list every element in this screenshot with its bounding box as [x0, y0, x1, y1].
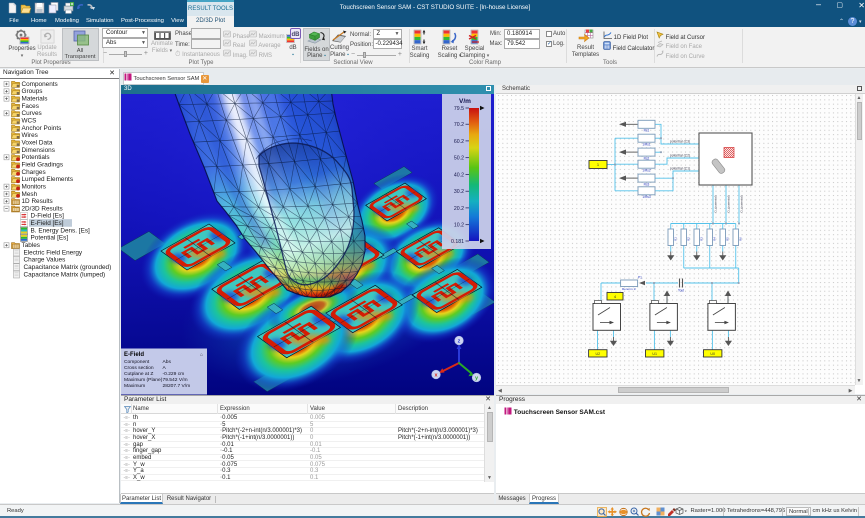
svg-text:potential (C2): potential (C2) — [669, 153, 689, 157]
svg-text:U1: U1 — [652, 352, 657, 356]
svg-text:Charge Values: Charge Values — [24, 257, 66, 264]
svg-text:50.2: 50.2 — [454, 155, 464, 161]
svg-text:Dimensions: Dimensions — [22, 147, 55, 154]
svg-text:Curves: Curves — [22, 110, 42, 117]
svg-text:WCS: WCS — [22, 117, 37, 124]
svg-text:Rs1: Rs1 — [643, 128, 649, 132]
svg-text:Field Gradings: Field Gradings — [22, 161, 64, 168]
svg-text:Capacitance Matrix (lumped): Capacitance Matrix (lumped) — [24, 271, 106, 278]
svg-text:Charges: Charges — [22, 169, 46, 176]
svg-text:⌂: ⌂ — [200, 352, 203, 358]
svg-text:1/Rs3: 1/Rs3 — [642, 195, 651, 199]
svg-text:R6: R6 — [738, 236, 742, 240]
svg-text:28207.7 V/m: 28207.7 V/m — [163, 383, 191, 389]
svg-text:Voxel Data: Voxel Data — [22, 139, 53, 146]
svg-text:U2: U2 — [595, 352, 600, 356]
svg-text:E-Field: E-Field — [124, 352, 144, 358]
svg-text:potential (C1): potential (C1) — [669, 166, 689, 170]
svg-text:z: z — [458, 338, 461, 344]
svg-text:Lumped Elements: Lumped Elements — [22, 176, 74, 183]
svg-text:V/m: V/m — [459, 98, 471, 105]
svg-text:Cross section: Cross section — [124, 365, 154, 371]
svg-text:Abs: Abs — [163, 359, 172, 365]
svg-text:30.2: 30.2 — [454, 189, 464, 195]
svg-text:Tables: Tables — [22, 242, 40, 249]
svg-text:O_(potential): O_(potential) — [739, 195, 743, 212]
svg-text:40.2: 40.2 — [454, 172, 464, 178]
svg-text:E-Field [Es]: E-Field [Es] — [31, 220, 64, 227]
svg-text:O_(potential): O_(potential) — [726, 195, 730, 212]
svg-text:79.542 V/m: 79.542 V/m — [163, 377, 188, 383]
svg-text:Groups: Groups — [22, 88, 43, 95]
svg-text:dB: dB — [291, 32, 300, 38]
svg-text:Maximum: Maximum — [124, 383, 145, 389]
svg-text:Maximum (Plane): Maximum (Plane) — [124, 377, 163, 383]
svg-text:Capacitance Matrix (grounded): Capacitance Matrix (grounded) — [24, 264, 112, 271]
svg-text:Mesh: Mesh — [22, 191, 38, 198]
svg-text:1/Rs1: 1/Rs1 — [642, 142, 651, 146]
svg-text:Renorm 1/: Renorm 1/ — [621, 287, 635, 291]
svg-text:10.2: 10.2 — [454, 222, 464, 228]
svg-text:Potential [Es]: Potential [Es] — [31, 235, 69, 242]
svg-text:U0: U0 — [710, 352, 715, 356]
svg-text:D-Field [Es]: D-Field [Es] — [31, 213, 65, 220]
svg-text:Tout: Tout — [677, 288, 683, 292]
svg-text:Electric Field Energy: Electric Field Energy — [24, 249, 83, 256]
svg-text:Materials: Materials — [22, 95, 48, 102]
svg-text:1D Results: 1D Results — [22, 198, 53, 205]
svg-text:Faces: Faces — [22, 103, 39, 110]
svg-text:79.5: 79.5 — [454, 106, 464, 112]
svg-text:70.2: 70.2 — [454, 122, 464, 128]
svg-text:O_(potential): O_(potential) — [713, 195, 717, 212]
svg-text:Rs2: Rs2 — [643, 156, 649, 160]
svg-text:Components: Components — [22, 81, 58, 88]
svg-text:Rs3: Rs3 — [643, 182, 649, 186]
svg-text:potential (C3): potential (C3) — [669, 139, 689, 143]
svg-text:R3: R3 — [699, 236, 703, 240]
svg-text:2D/3D Results: 2D/3D Results — [22, 205, 63, 212]
svg-text:1/Rs2: 1/Rs2 — [642, 168, 651, 172]
svg-text:R4: R4 — [712, 236, 716, 240]
svg-text:Monitors: Monitors — [22, 183, 47, 190]
svg-text:Cutplane at Z: Cutplane at Z — [124, 371, 153, 377]
svg-text:Wires: Wires — [22, 132, 38, 139]
svg-text:Potentials: Potentials — [22, 154, 50, 161]
svg-text:60.2: 60.2 — [454, 138, 464, 144]
svg-text:R2: R2 — [686, 236, 690, 240]
svg-text:R5: R5 — [725, 236, 729, 240]
svg-text:Anchor Points: Anchor Points — [22, 125, 62, 132]
svg-text:B. Energy Dens. [Es]: B. Energy Dens. [Es] — [31, 227, 91, 234]
svg-text:R1: R1 — [673, 236, 677, 240]
svg-text:20.2: 20.2 — [454, 205, 464, 211]
svg-text:Component: Component — [124, 359, 150, 365]
svg-text:-0.229 cm: -0.229 cm — [163, 371, 185, 377]
svg-text:0.181: 0.181 — [451, 239, 464, 245]
svg-text:P1: P1 — [638, 275, 642, 279]
